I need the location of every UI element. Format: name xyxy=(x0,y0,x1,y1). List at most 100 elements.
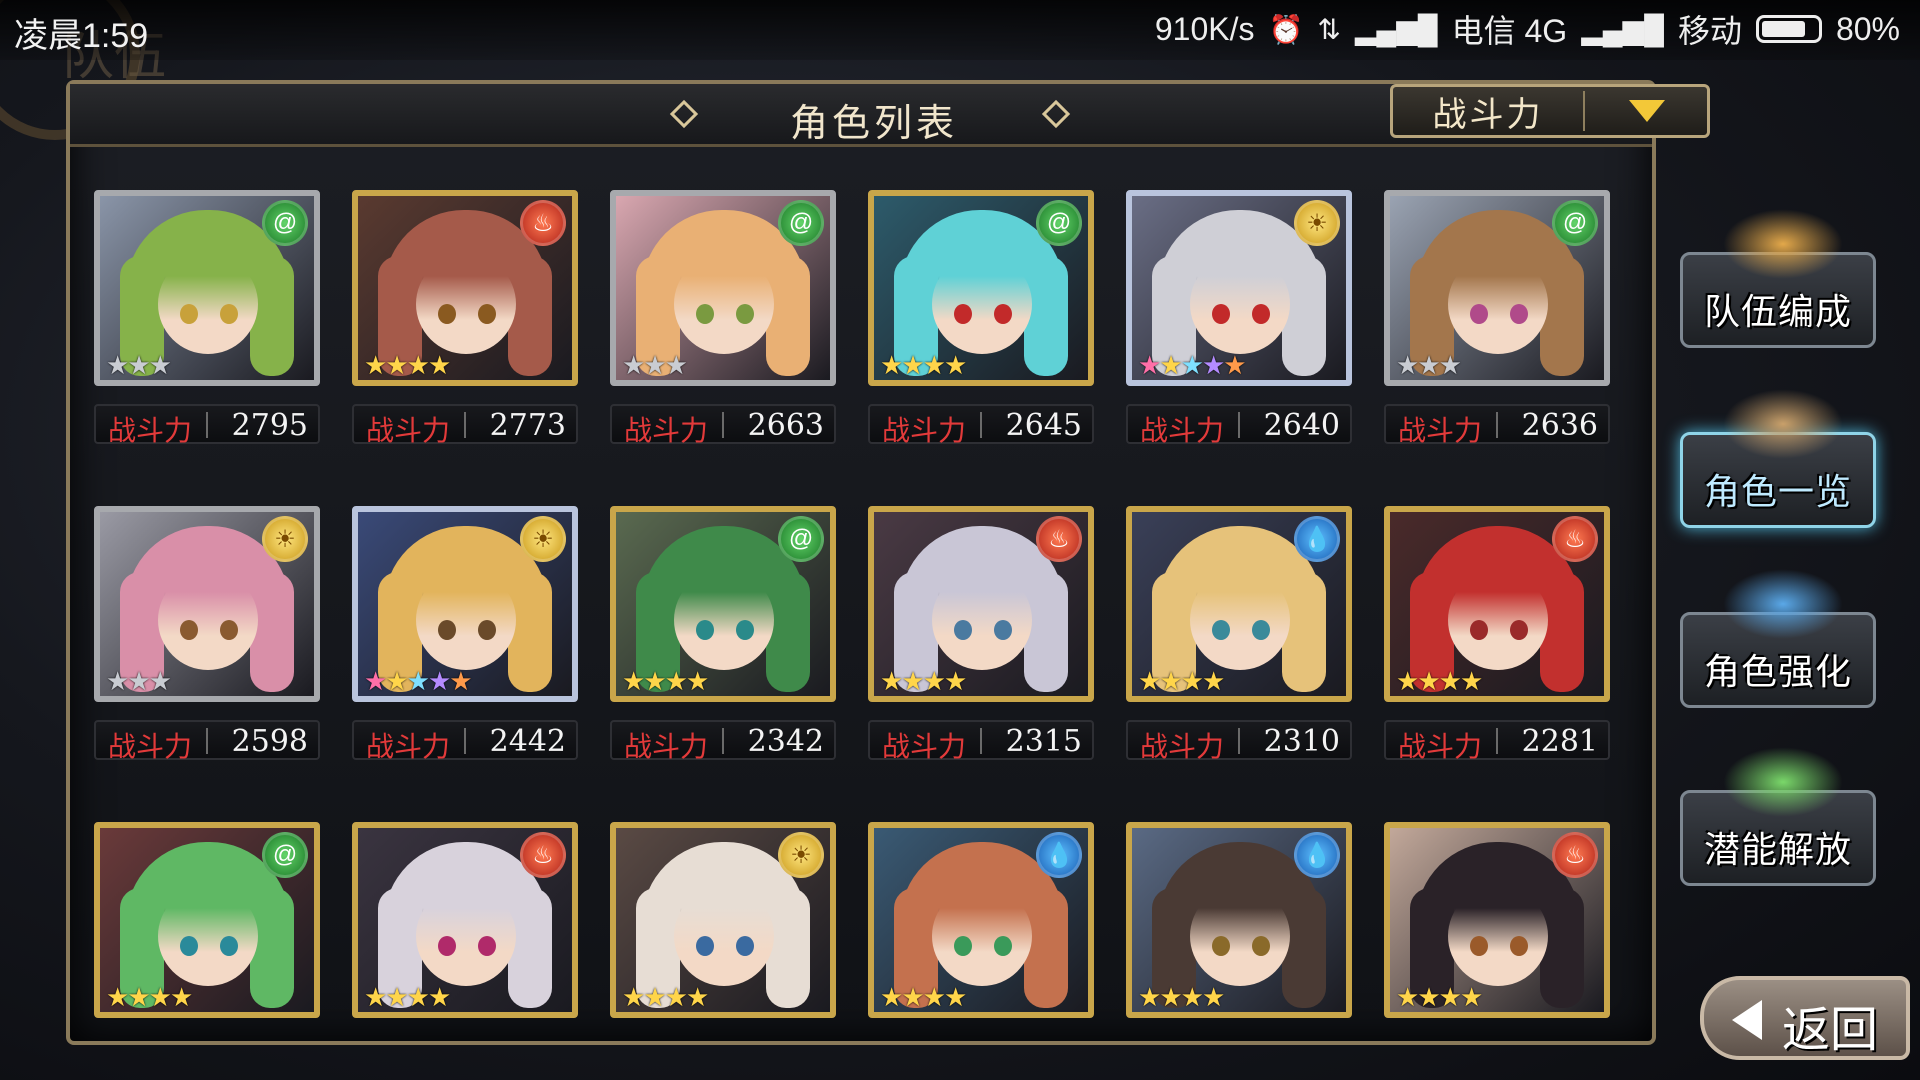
rarity-stars: ★ ★ ★ ★ xyxy=(1396,666,1483,696)
fire-icon: ♨ xyxy=(520,200,566,246)
dropdown-arrow-icon xyxy=(1629,100,1665,122)
power-value: 2636 xyxy=(1521,408,1598,443)
side-menu-button-2[interactable]: 角色一览 xyxy=(1680,389,1876,528)
character-card[interactable]: ☀ ★ ★ ★ ★ xyxy=(610,822,836,1018)
character-card[interactable]: ♨ ★ ★ ★ ★ 战斗力 2773 xyxy=(352,190,578,446)
character-portrait[interactable]: 💧 ★ ★ ★ ★ xyxy=(868,822,1094,1018)
character-portrait[interactable]: @ ★ ★ ★ ★ xyxy=(610,506,836,702)
star-icon: ★ xyxy=(643,350,667,380)
character-portrait[interactable]: ☀ ★ ★ ★ ★ ★ xyxy=(352,506,578,702)
character-eye xyxy=(438,936,456,956)
rarity-stars: ★ ★ ★ ★ xyxy=(364,984,451,1010)
character-portrait[interactable]: ♨ ★ ★ ★ ★ xyxy=(352,822,578,1018)
character-card[interactable]: ☀ ★ ★ ★ 战斗力 2598 xyxy=(94,506,320,762)
sort-dropdown[interactable]: 战斗力 xyxy=(1390,84,1710,138)
character-portrait[interactable]: ☀ ★ ★ ★ ★ ★ xyxy=(1126,190,1352,386)
character-card[interactable]: ☀ ★ ★ ★ ★ ★ 战斗力 2640 xyxy=(1126,190,1352,446)
star-icon: ★ xyxy=(943,982,968,1012)
wind-icon: @ xyxy=(1552,200,1598,246)
character-portrait[interactable]: @ ★ ★ ★ ★ xyxy=(94,822,320,1018)
star-icon: ★ xyxy=(901,350,925,380)
power-bar: 战斗力 2640 xyxy=(1126,404,1352,446)
power-value: 2645 xyxy=(1005,408,1082,443)
character-card[interactable]: ♨ ★ ★ ★ ★ xyxy=(352,822,578,1018)
character-portrait[interactable]: @ ★ ★ ★ xyxy=(1384,190,1610,386)
power-divider xyxy=(1238,412,1240,438)
team-members-icon xyxy=(1723,209,1843,279)
light-icon: ☀ xyxy=(262,516,308,562)
character-card[interactable]: @ ★ ★ ★ 战斗力 2795 xyxy=(94,190,320,446)
character-eye xyxy=(1252,620,1270,640)
character-portrait[interactable]: ♨ ★ ★ ★ ★ xyxy=(868,506,1094,702)
character-card[interactable]: ♨ ★ ★ ★ ★ 战斗力 2281 xyxy=(1384,506,1610,762)
side-menu-button-3[interactable]: 角色强化 xyxy=(1680,569,1876,708)
power-label: 战斗力 xyxy=(1398,731,1483,762)
star-icon: ★ xyxy=(127,350,151,380)
star-icon: ★ xyxy=(1438,350,1462,380)
character-portrait[interactable]: @ ★ ★ ★ ★ xyxy=(868,190,1094,386)
star-icon: ★ xyxy=(622,666,646,696)
star-icon: ★ xyxy=(406,350,430,380)
character-eye xyxy=(220,936,238,956)
character-portrait[interactable]: ☀ ★ ★ ★ ★ xyxy=(610,822,836,1018)
wind-icon: @ xyxy=(778,516,824,562)
power-value: 2442 xyxy=(489,724,566,759)
side-menu-button-4[interactable]: 潜能解放 xyxy=(1680,747,1876,886)
character-eye xyxy=(994,620,1012,640)
star-icon: ★ xyxy=(106,982,130,1012)
character-portrait[interactable]: 💧 ★ ★ ★ ★ xyxy=(1126,822,1352,1018)
side-menu-label: 队伍编成 xyxy=(1703,291,1852,332)
character-card[interactable]: @ ★ ★ ★ ★ xyxy=(94,822,320,1018)
power-bar: 战斗力 2598 xyxy=(94,720,320,762)
character-card[interactable]: 💧 ★ ★ ★ ★ xyxy=(868,822,1094,1018)
character-card[interactable]: 💧 ★ ★ ★ ★ 战斗力 2310 xyxy=(1126,506,1352,762)
enhance-crystal-icon xyxy=(1723,569,1843,639)
character-eye xyxy=(696,620,714,640)
potential-orb-icon xyxy=(1723,747,1843,817)
character-card[interactable]: @ ★ ★ ★ 战斗力 2636 xyxy=(1384,190,1610,446)
wind-icon: @ xyxy=(778,200,824,246)
star-icon: ★ xyxy=(127,666,151,696)
back-button[interactable]: 返回 xyxy=(1700,976,1910,1060)
character-card[interactable]: ♨ ★ ★ ★ ★ 战斗力 2315 xyxy=(868,506,1094,762)
character-eye xyxy=(1212,936,1230,956)
character-card[interactable]: ♨ ★ ★ ★ ★ xyxy=(1384,822,1610,1018)
star-icon: ★ xyxy=(622,982,646,1012)
character-card[interactable]: @ ★ ★ ★ ★ 战斗力 2342 xyxy=(610,506,836,762)
alarm-icon: ⏰ xyxy=(1268,13,1304,45)
panel-header: 角色列表 战斗力 xyxy=(70,84,1710,147)
star-icon: ★ xyxy=(1396,350,1420,380)
star-icon: ★ xyxy=(1201,666,1226,696)
character-portrait[interactable]: ♨ ★ ★ ★ ★ xyxy=(1384,506,1610,702)
character-card[interactable]: @ ★ ★ ★ 战斗力 2663 xyxy=(610,190,836,446)
rarity-stars: ★ ★ ★ xyxy=(622,350,688,380)
rarity-stars: ★ ★ ★ ★ xyxy=(106,982,193,1012)
character-card[interactable]: 💧 ★ ★ ★ ★ xyxy=(1126,822,1352,1018)
character-portrait[interactable]: ☀ ★ ★ ★ xyxy=(94,506,320,702)
character-portrait[interactable]: @ ★ ★ ★ xyxy=(94,190,320,386)
side-menu-button-1[interactable]: 队伍编成 xyxy=(1680,209,1876,348)
character-eye xyxy=(954,620,972,640)
star-icon: ★ xyxy=(1396,666,1420,696)
fire-icon: ♨ xyxy=(1036,516,1082,562)
star-icon: ★ xyxy=(1417,666,1441,696)
star-icon: ★ xyxy=(901,982,925,1012)
character-portrait[interactable]: @ ★ ★ ★ xyxy=(610,190,836,386)
character-portrait[interactable]: ♨ ★ ★ ★ ★ xyxy=(1384,822,1610,1018)
character-portrait[interactable]: 💧 ★ ★ ★ ★ xyxy=(1126,506,1352,702)
power-bar: 战斗力 2315 xyxy=(868,720,1094,762)
status-bar: 凌晨1:59 910K/s ⏰ ⇅ ▂▄▆█ 电信 4G ▂▄▆█ 移动 80% xyxy=(0,0,1920,60)
power-divider xyxy=(722,412,724,438)
power-bar: 战斗力 2310 xyxy=(1126,720,1352,762)
character-eye xyxy=(1510,936,1528,956)
power-divider xyxy=(980,412,982,438)
power-label: 战斗力 xyxy=(366,731,451,762)
character-portrait[interactable]: ♨ ★ ★ ★ ★ xyxy=(352,190,578,386)
character-eye xyxy=(478,936,496,956)
star-icon: ★ xyxy=(364,350,388,380)
status-right: 910K/s ⏰ ⇅ ▂▄▆█ 电信 4G ▂▄▆█ 移动 80% xyxy=(1155,6,1900,52)
character-card[interactable]: ☀ ★ ★ ★ ★ ★ 战斗力 2442 xyxy=(352,506,578,762)
star-icon: ★ xyxy=(685,666,710,696)
star-icon: ★ xyxy=(901,666,925,696)
character-card[interactable]: @ ★ ★ ★ ★ 战斗力 2645 xyxy=(868,190,1094,446)
